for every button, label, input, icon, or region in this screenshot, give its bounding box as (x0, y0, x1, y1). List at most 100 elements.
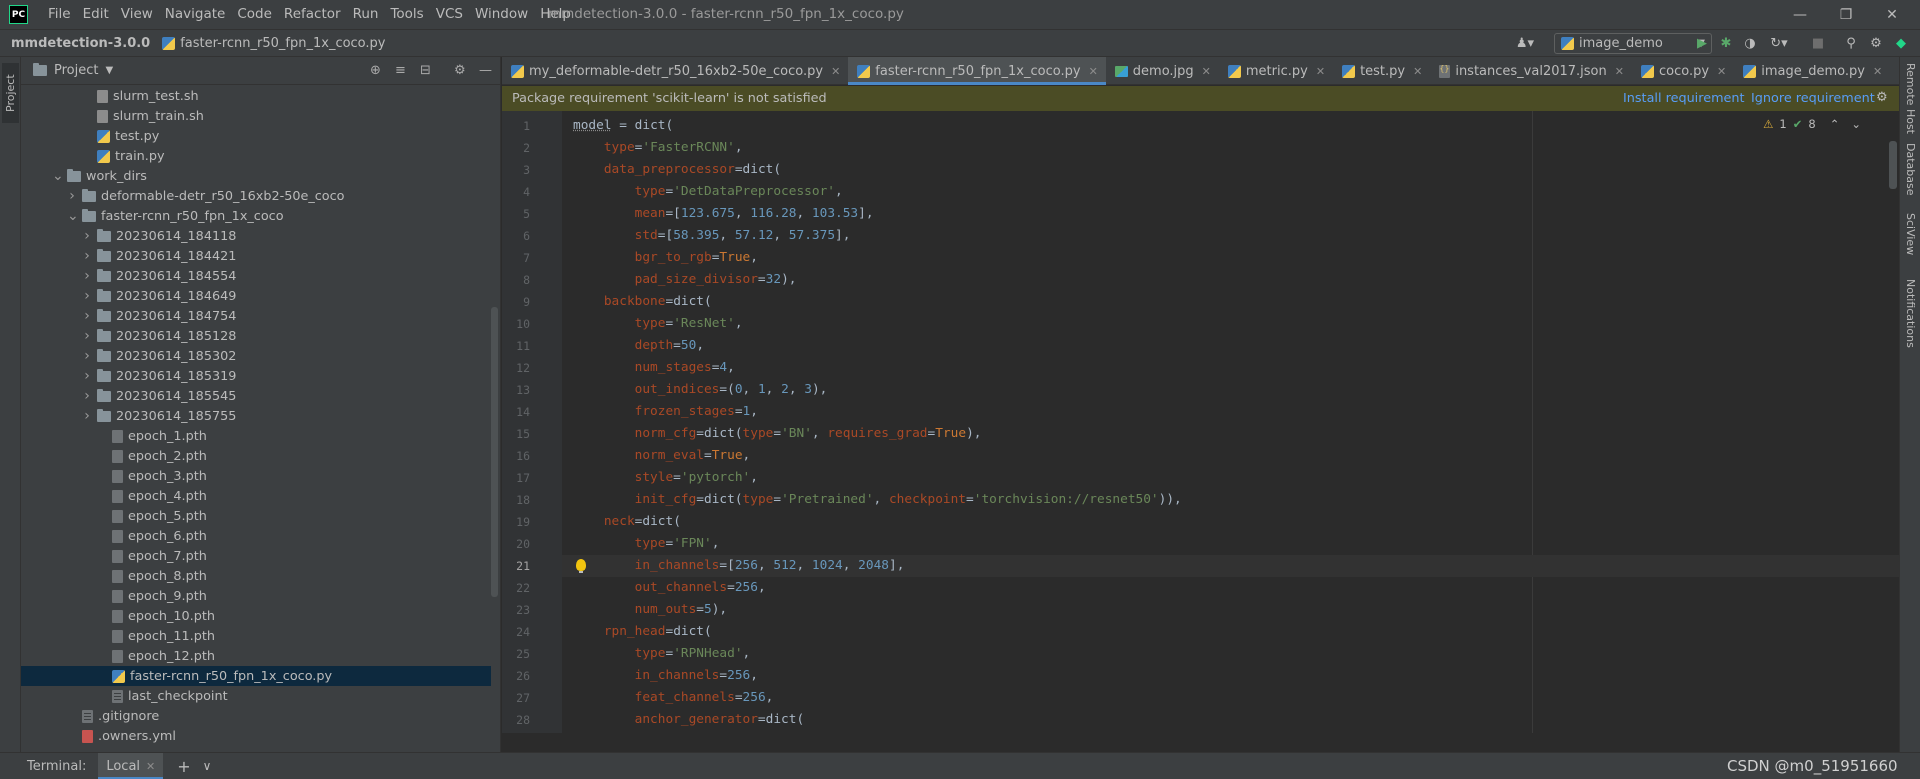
tree-folder[interactable]: › 20230614_185319 (21, 366, 491, 386)
tree-folder[interactable]: › 20230614_184754 (21, 306, 491, 326)
menu-window[interactable]: Window (469, 0, 534, 29)
close-icon[interactable]: ✕ (1615, 65, 1624, 78)
menu-view[interactable]: View (115, 0, 159, 29)
database-tool[interactable]: Database (1902, 143, 1919, 196)
user-account-icon[interactable]: ♟▾ (1513, 35, 1537, 51)
chevron-down-icon[interactable]: ⌄ (1851, 117, 1861, 131)
menu-tools[interactable]: Tools (384, 0, 429, 29)
run-icon[interactable]: ▶ (1694, 35, 1710, 51)
chevron-right-icon[interactable]: › (82, 348, 92, 364)
inspection-widget[interactable]: ⚠ 1 ✔ 8 ⌃ ⌄ (1763, 117, 1861, 131)
tree-file[interactable]: train.py (21, 146, 491, 166)
breadcrumb-file[interactable]: faster-rcnn_r50_fpn_1x_coco.py (162, 36, 386, 51)
chevron-right-icon[interactable]: › (82, 228, 92, 244)
editor-tab[interactable]: test.py ✕ (1333, 57, 1430, 85)
tree-file[interactable]: faster-rcnn_r50_fpn_1x_coco.py (21, 666, 491, 686)
menu-code[interactable]: Code (231, 0, 278, 29)
tree-file[interactable]: .owners.yml (21, 726, 491, 746)
install-requirement-link[interactable]: Install requirement (1623, 86, 1745, 111)
tree-folder[interactable]: ⌄ faster-rcnn_r50_fpn_1x_coco (21, 206, 491, 226)
jetbrains-logo-icon[interactable]: ◆ (1893, 35, 1909, 51)
chevron-down-icon[interactable]: ∨ (203, 759, 212, 773)
menu-vcs[interactable]: VCS (430, 0, 469, 29)
tree-file[interactable]: epoch_1.pth (21, 426, 491, 446)
tree-folder[interactable]: › 20230614_184421 (21, 246, 491, 266)
editor-tab[interactable]: metric.py ✕ (1219, 57, 1333, 85)
tree-file[interactable]: test.py (21, 126, 491, 146)
project-tree-scrollbar[interactable] (491, 307, 498, 597)
tree-file[interactable]: epoch_7.pth (21, 546, 491, 566)
tree-folder[interactable]: › 20230614_185302 (21, 346, 491, 366)
tree-file[interactable]: epoch_11.pth (21, 626, 491, 646)
tree-file[interactable]: epoch_4.pth (21, 486, 491, 506)
editor-tab[interactable]: instances_val2017.json ✕ (1430, 57, 1632, 85)
collapse-all-icon[interactable]: ⊟ (420, 63, 431, 78)
notifications-tool[interactable]: Notifications (1902, 279, 1919, 348)
chevron-right-icon[interactable]: › (82, 248, 92, 264)
tree-folder[interactable]: › deformable-detr_r50_16xb2-50e_coco (21, 186, 491, 206)
minimize-button[interactable]: — (1777, 0, 1823, 29)
tree-folder[interactable]: › 20230614_185755 (21, 406, 491, 426)
debug-icon[interactable]: ✱ (1718, 35, 1734, 51)
menu-navigate[interactable]: Navigate (159, 0, 232, 29)
tree-file[interactable]: epoch_2.pth (21, 446, 491, 466)
tree-file[interactable]: epoch_8.pth (21, 566, 491, 586)
terminal-label[interactable]: Terminal: (27, 759, 86, 774)
breadcrumb-project[interactable]: mmdetection-3.0.0 (11, 36, 150, 51)
tree-file[interactable]: .gitignore (21, 706, 491, 726)
chevron-down-icon[interactable]: ▼ (105, 65, 113, 76)
chevron-down-icon[interactable]: ⌄ (67, 208, 79, 224)
gear-icon[interactable]: ⚙ (1876, 90, 1888, 105)
tree-folder[interactable]: › 20230614_184649 (21, 286, 491, 306)
hide-panel-icon[interactable]: — (479, 63, 492, 78)
chevron-right-icon[interactable]: › (82, 408, 92, 424)
close-icon[interactable]: ✕ (146, 760, 155, 773)
close-icon[interactable]: ✕ (1873, 65, 1882, 78)
add-terminal-icon[interactable]: + (177, 757, 190, 776)
tree-file[interactable]: epoch_5.pth (21, 506, 491, 526)
tree-file[interactable]: slurm_train.sh (21, 106, 491, 126)
chevron-right-icon[interactable]: › (82, 368, 92, 384)
chevron-right-icon[interactable]: › (82, 308, 92, 324)
chevron-right-icon[interactable]: › (82, 268, 92, 284)
menu-edit[interactable]: Edit (77, 0, 115, 29)
project-panel-title[interactable]: Project (54, 63, 98, 78)
chevron-right-icon[interactable]: › (82, 328, 92, 344)
run-config-selector[interactable]: image_demo ▼ (1554, 33, 1712, 54)
project-tool-button[interactable]: Project (2, 63, 19, 123)
close-icon[interactable]: ✕ (1413, 65, 1422, 78)
editor-tab[interactable]: coco.py ✕ (1632, 57, 1734, 85)
stop-icon[interactable]: ■ (1810, 35, 1826, 51)
close-icon[interactable]: ✕ (1316, 65, 1325, 78)
settings-icon[interactable]: ⚙ (1868, 35, 1884, 51)
close-icon[interactable]: ✕ (831, 65, 840, 78)
editor-tab[interactable]: my_deformable-detr_r50_16xb2-50e_coco.py… (502, 57, 848, 85)
editor-tab[interactable]: image_demo.py ✕ (1734, 57, 1890, 85)
chevron-right-icon[interactable]: › (82, 388, 92, 404)
tree-folder[interactable]: ⌄ work_dirs (21, 166, 491, 186)
menu-file[interactable]: File (42, 0, 77, 29)
sciview-tool[interactable]: SciView (1902, 213, 1919, 255)
tree-folder[interactable]: › 20230614_184118 (21, 226, 491, 246)
search-icon[interactable]: ⚲ (1843, 35, 1859, 51)
close-window-button[interactable]: ✕ (1869, 0, 1915, 29)
tree-file[interactable]: epoch_12.pth (21, 646, 491, 666)
locate-icon[interactable]: ⊕ (370, 63, 381, 78)
menu-refactor[interactable]: Refactor (278, 0, 347, 29)
menu-run[interactable]: Run (347, 0, 385, 29)
code-area[interactable]: 1 2 3 4 5 6 7 8 9 10 11 12 13 14 15 16 17 18 19 20 21 22 23 24 2… (502, 111, 1899, 733)
tree-file[interactable]: epoch_10.pth (21, 606, 491, 626)
tree-file[interactable]: last_checkpoint (21, 686, 491, 706)
chevron-down-icon[interactable]: ⌄ (52, 168, 64, 184)
tree-folder[interactable]: › 20230614_185545 (21, 386, 491, 406)
tree-folder[interactable]: › 20230614_184554 (21, 266, 491, 286)
ignore-requirement-link[interactable]: Ignore requirement (1751, 86, 1875, 111)
tree-file[interactable]: epoch_3.pth (21, 466, 491, 486)
editor-tab[interactable]: demo.jpg ✕ (1106, 57, 1219, 85)
editor-scrollbar[interactable] (1889, 141, 1897, 189)
chevron-right-icon[interactable]: › (67, 188, 77, 204)
editor-tab[interactable]: faster-rcnn_r50_fpn_1x_coco.py ✕ (848, 57, 1106, 85)
chevron-right-icon[interactable]: › (82, 288, 92, 304)
profile-icon[interactable]: ↻▾ (1766, 35, 1792, 51)
gear-icon[interactable]: ⚙ (454, 63, 466, 78)
